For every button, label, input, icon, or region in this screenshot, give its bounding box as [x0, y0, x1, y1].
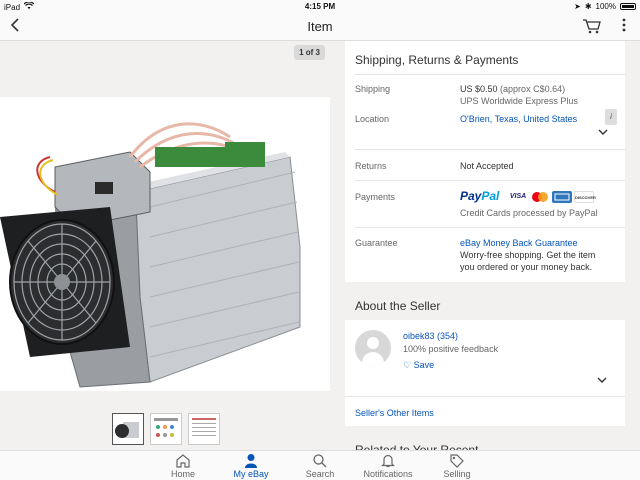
tab-my-ebay-label: My eBay	[233, 469, 269, 479]
battery-icon	[620, 3, 636, 10]
battery-percent: 100%	[595, 2, 616, 11]
tab-home-label: Home	[170, 469, 195, 479]
image-gallery: 1 of 3	[0, 41, 335, 450]
tab-home[interactable]: Home	[148, 453, 218, 479]
status-bar: iPad 4:15 PM ➤ ✱ 100%	[0, 0, 640, 13]
save-seller-button[interactable]: ♡ Save	[403, 359, 434, 371]
seller-card: oibek83 (354) 100% positive feedback ♡ S…	[345, 320, 625, 426]
payment-card-logos: VISA DISCOVER	[508, 191, 596, 203]
thumbnail-spec-sheet-image	[192, 418, 216, 436]
divider	[355, 227, 625, 228]
location-arrow-icon: ➤	[574, 2, 581, 11]
shipping-approx: (approx C$0.64)	[500, 84, 566, 94]
tab-search[interactable]: Search	[285, 453, 355, 479]
seller-feedback: 100% positive feedback	[403, 344, 499, 354]
amex-logo	[552, 191, 572, 203]
person-icon	[216, 453, 286, 468]
shipping-price: US $0.50	[460, 84, 498, 94]
guarantee-line-1: Worry-free shopping. Get the item	[460, 250, 596, 260]
divider	[345, 396, 625, 397]
more-options-button[interactable]	[622, 18, 626, 34]
shipping-service: UPS Worldwide Express Plus	[460, 96, 578, 106]
cart-icon	[583, 19, 601, 34]
tab-selling-label: Selling	[443, 469, 471, 479]
guarantee-value: eBay Money Back Guarantee Worry-free sho…	[460, 237, 595, 273]
main-product-image[interactable]	[0, 97, 330, 391]
item-details: Shipping, Returns & Payments Shipping US…	[345, 41, 625, 451]
returns-label: Returns	[355, 161, 387, 171]
vertical-dots-icon	[622, 18, 626, 32]
tab-selling[interactable]: Selling	[422, 453, 492, 479]
tag-icon	[422, 453, 492, 468]
section-title-shipping: Shipping, Returns & Payments	[355, 53, 519, 67]
search-icon	[285, 453, 355, 468]
info-icon[interactable]: i	[605, 109, 617, 125]
thumbnail-3[interactable]	[188, 413, 220, 445]
chevron-down-icon[interactable]	[598, 127, 608, 138]
navigation-bar: Item	[0, 13, 640, 41]
tab-notifications-label: Notifications	[363, 469, 413, 479]
sellers-other-items-link[interactable]: Seller's Other Items	[355, 407, 434, 419]
location-link[interactable]: O'Brien, Texas, United States	[460, 113, 577, 125]
returns-value: Not Accepted	[460, 161, 514, 171]
tab-bar: Home My eBay Search Notifications Sellin…	[0, 450, 640, 480]
thumbnail-miner-image	[115, 422, 139, 438]
divider	[355, 149, 625, 150]
clock: 4:15 PM	[304, 2, 336, 11]
cart-button[interactable]	[582, 18, 602, 37]
chevron-down-icon[interactable]	[597, 375, 607, 386]
tab-search-label: Search	[305, 469, 335, 479]
discover-logo: DISCOVER	[574, 191, 596, 203]
heart-icon: ♡	[403, 360, 412, 370]
thumbnail-strip	[112, 413, 220, 445]
seller-name-link[interactable]: oibek83 (354)	[403, 330, 458, 342]
bluetooth-icon: ✱	[584, 2, 592, 11]
mastercard-logo	[530, 191, 550, 203]
thumbnail-1[interactable]	[112, 413, 144, 445]
tab-notifications[interactable]: Notifications	[353, 453, 423, 479]
thumbnail-accessories-image	[154, 418, 178, 437]
payments-label: Payments	[355, 192, 396, 202]
page-title: Item	[307, 19, 333, 34]
seller-avatar	[355, 330, 391, 366]
product-photo	[0, 122, 301, 388]
divider	[355, 74, 625, 75]
visa-logo: VISA	[508, 191, 528, 203]
location-label: Location	[355, 114, 390, 124]
thumbnail-2[interactable]	[150, 413, 182, 445]
guarantee-label: Guarantee	[355, 238, 398, 248]
tab-my-ebay[interactable]: My eBay	[216, 453, 286, 479]
paypal-logo: PayPal	[460, 189, 500, 203]
divider	[355, 180, 625, 181]
guarantee-line-2: you ordered or your money back.	[460, 262, 593, 272]
guarantee-link[interactable]: eBay Money Back Guarantee	[460, 238, 578, 248]
section-title-seller: About the Seller	[355, 299, 441, 313]
image-counter: 1 of 3	[294, 45, 325, 60]
shipping-value: US $0.50 (approx C$0.64) UPS Worldwide E…	[460, 83, 578, 107]
shipping-returns-payments-card: Shipping, Returns & Payments Shipping US…	[345, 41, 625, 282]
save-label: Save	[413, 360, 435, 370]
shipping-label: Shipping	[355, 84, 391, 94]
payments-note: Credit Cards processed by PayPal	[460, 208, 598, 218]
home-icon	[148, 453, 218, 468]
bell-icon	[353, 453, 423, 468]
